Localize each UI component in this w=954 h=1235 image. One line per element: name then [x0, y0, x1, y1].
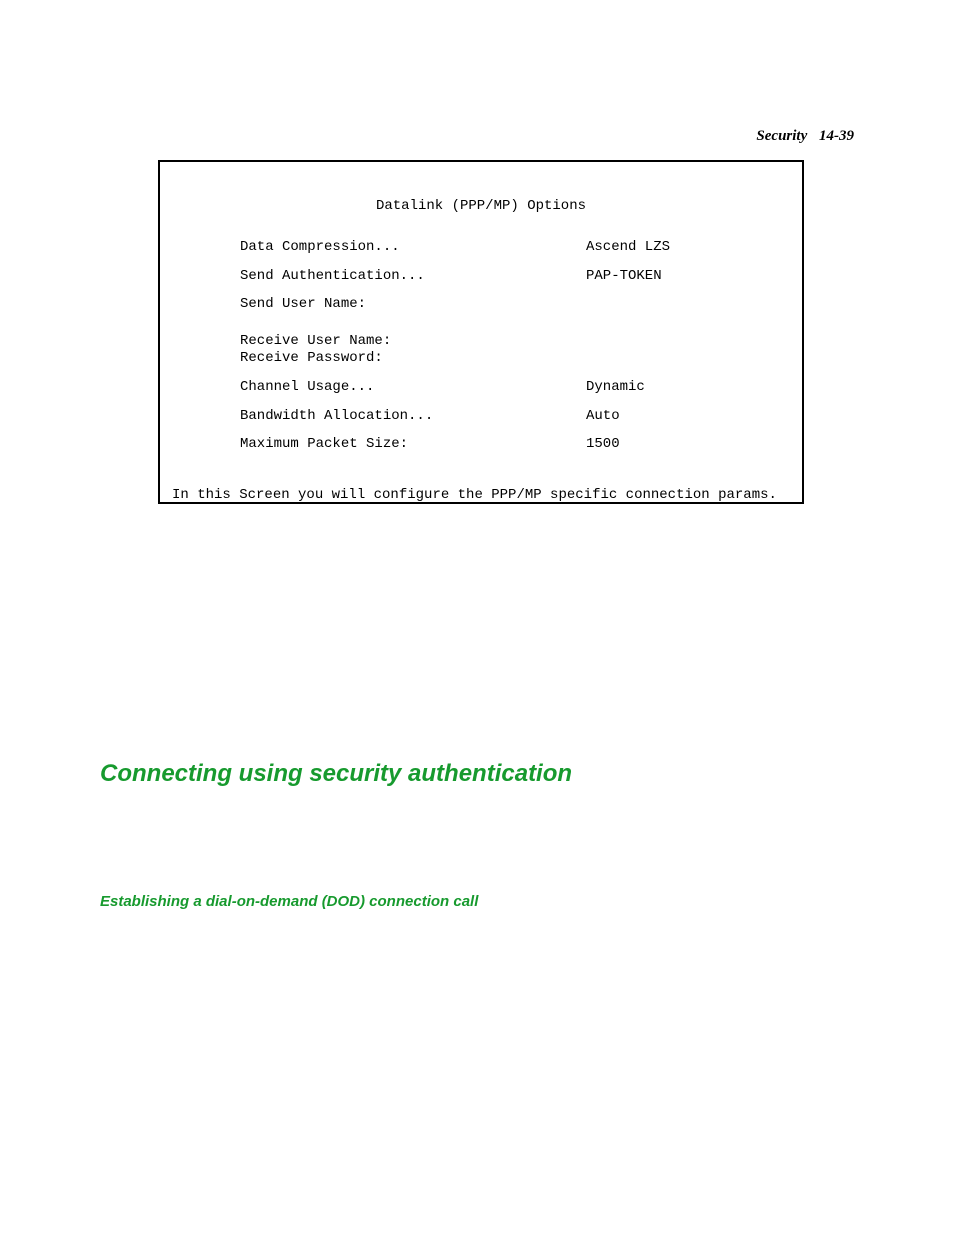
- terminal-footer: In this Screen you will configure the PP…: [160, 487, 802, 504]
- field-value: 1500: [586, 436, 802, 453]
- field-label: Maximum Packet Size:: [240, 436, 586, 453]
- field-value: [586, 333, 802, 350]
- terminal-row: Maximum Packet Size: 1500: [160, 436, 802, 453]
- field-value: [586, 350, 802, 367]
- field-value: Auto: [586, 408, 802, 425]
- field-value: PAP-TOKEN: [586, 268, 802, 285]
- field-value: Ascend LZS: [586, 239, 802, 256]
- field-value: [586, 296, 802, 313]
- field-label: Receive Password:: [240, 350, 586, 367]
- terminal-row: Bandwidth Allocation... Auto: [160, 408, 802, 425]
- terminal-row: Channel Usage... Dynamic: [160, 379, 802, 396]
- field-label: Send Authentication...: [240, 268, 586, 285]
- header-section: Security: [756, 128, 807, 144]
- field-value: Dynamic: [586, 379, 802, 396]
- section-heading: Connecting using security authentication: [100, 760, 572, 788]
- terminal-title: Datalink (PPP/MP) Options: [160, 198, 802, 215]
- field-label: Send User Name:: [240, 296, 586, 313]
- field-label: Channel Usage...: [240, 379, 586, 396]
- field-label: Receive User Name:: [240, 333, 586, 350]
- terminal-row: Receive Password:: [160, 350, 802, 367]
- page-header: Security 14-39: [756, 128, 854, 145]
- terminal-row: Send Authentication... PAP-TOKEN: [160, 268, 802, 285]
- terminal-box: Datalink (PPP/MP) Options Data Compressi…: [158, 160, 804, 504]
- terminal-row: Send User Name:: [160, 296, 802, 313]
- subsection-heading: Establishing a dial-on-demand (DOD) conn…: [100, 893, 478, 910]
- field-label: Data Compression...: [240, 239, 586, 256]
- terminal-row: Receive User Name:: [160, 333, 802, 350]
- terminal-row: Data Compression... Ascend LZS: [160, 239, 802, 256]
- header-page-number: 14-39: [819, 128, 854, 144]
- field-label: Bandwidth Allocation...: [240, 408, 586, 425]
